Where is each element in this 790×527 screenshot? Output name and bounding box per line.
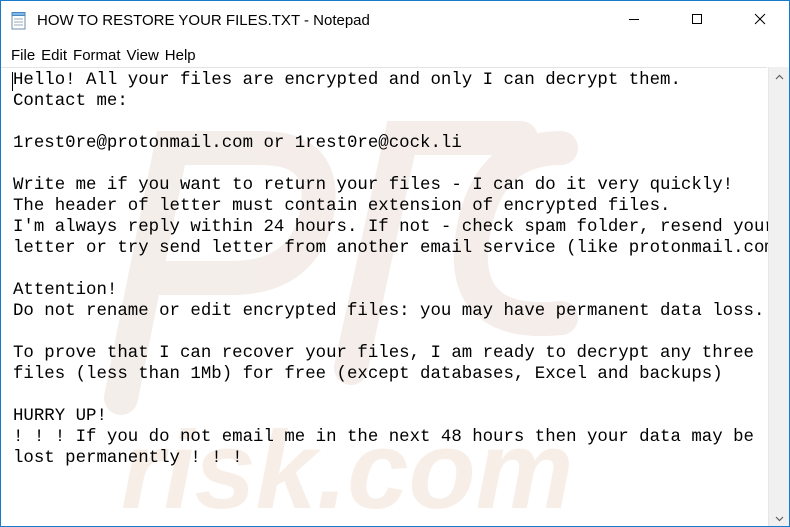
chevron-up-icon: [775, 67, 784, 85]
chevron-down-icon: [775, 509, 784, 527]
minimize-button[interactable]: [605, 1, 663, 41]
minimize-icon: [628, 12, 640, 30]
scroll-up-button[interactable]: [769, 67, 789, 85]
notepad-window: HOW TO RESTORE YOUR FILES.TXT - Notepad …: [0, 0, 790, 527]
vertical-scrollbar[interactable]: [768, 67, 789, 527]
title-bar[interactable]: HOW TO RESTORE YOUR FILES.TXT - Notepad: [1, 1, 789, 41]
maximize-button[interactable]: [668, 1, 726, 41]
document-text[interactable]: Hello! All your files are encrypted and …: [13, 70, 789, 469]
menu-bar: File Edit Format View Help: [1, 45, 789, 67]
maximize-icon: [691, 12, 703, 30]
menu-help[interactable]: Help: [162, 46, 199, 66]
close-icon: [754, 12, 766, 30]
notepad-icon: [11, 12, 27, 30]
close-button[interactable]: [731, 1, 789, 41]
window-title: HOW TO RESTORE YOUR FILES.TXT - Notepad: [37, 12, 370, 29]
menu-edit[interactable]: Edit: [38, 46, 70, 66]
menu-view[interactable]: View: [124, 46, 162, 66]
text-editor-area[interactable]: risk.com Hello! All your files are encry…: [1, 67, 789, 526]
menu-file[interactable]: File: [8, 46, 38, 66]
menu-format[interactable]: Format: [70, 46, 124, 66]
scroll-down-button[interactable]: [769, 509, 789, 527]
